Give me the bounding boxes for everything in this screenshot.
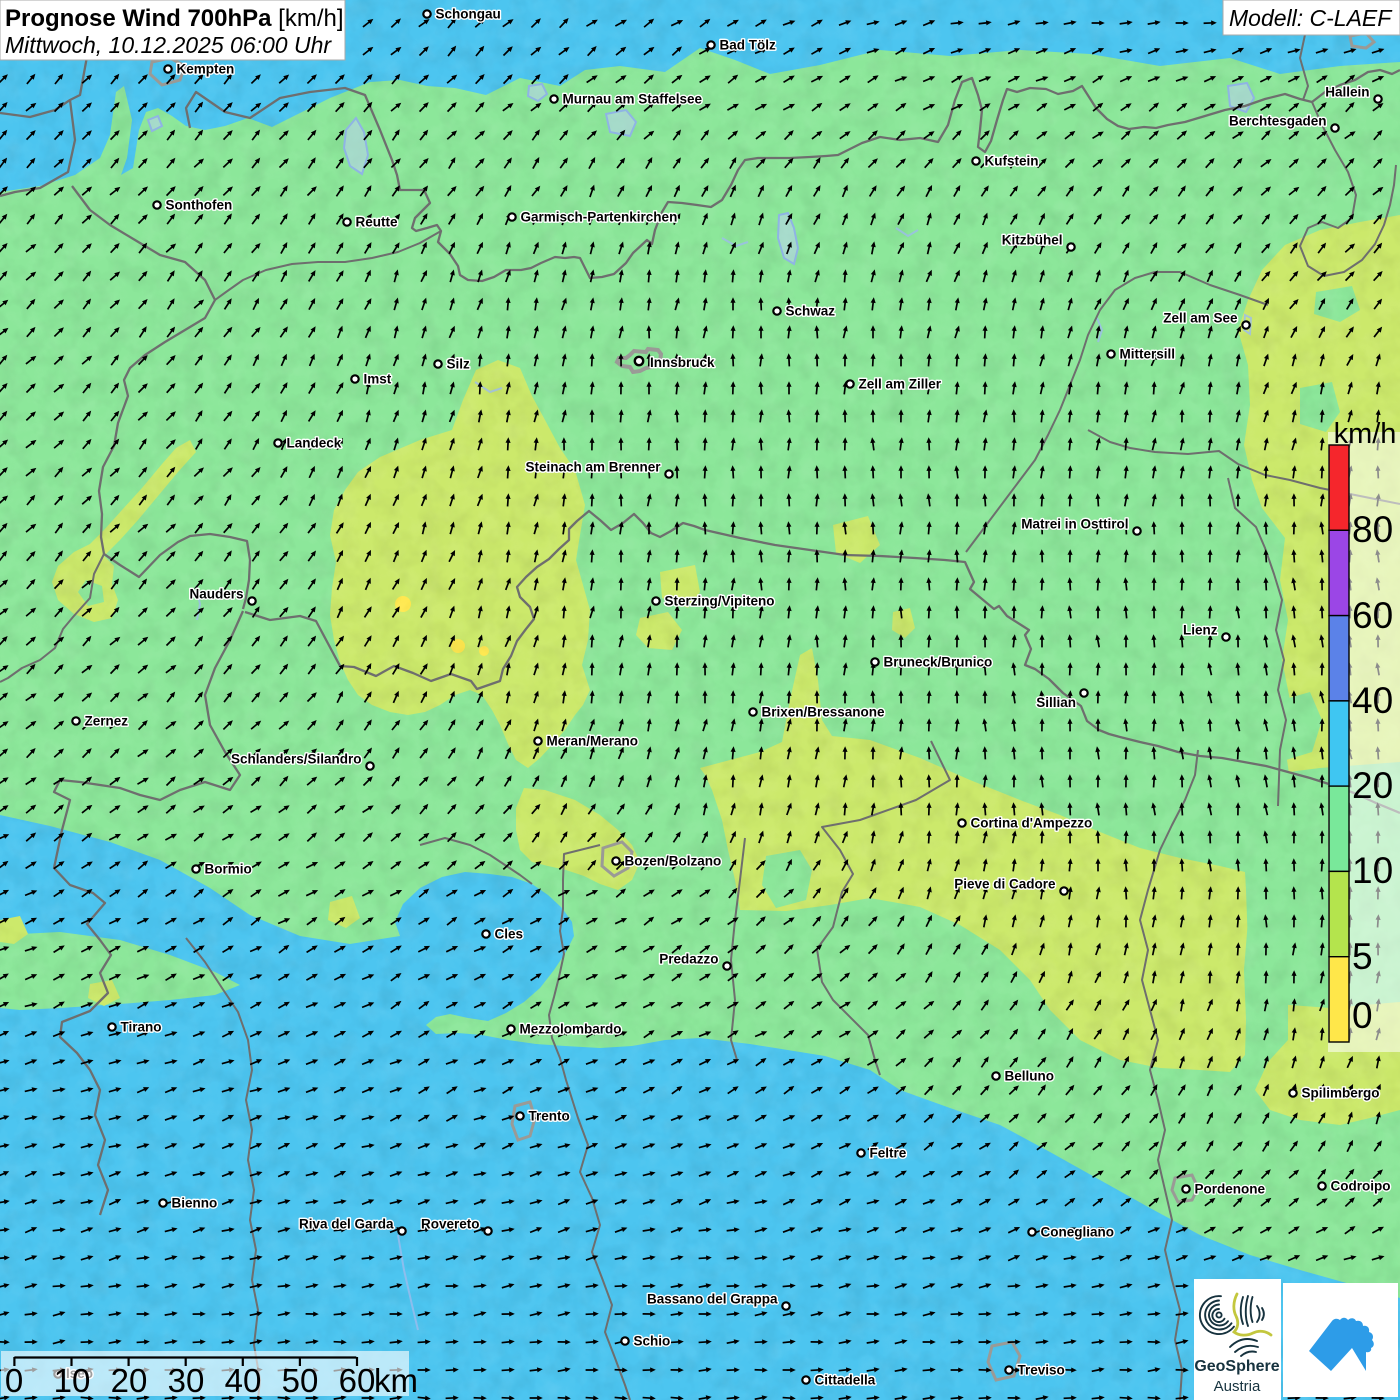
svg-text:Pieve di Cadore: Pieve di Cadore [954,877,1056,892]
svg-text:80: 80 [1352,509,1393,550]
svg-text:Innsbruck: Innsbruck [650,355,715,370]
svg-text:Bozen/Bolzano: Bozen/Bolzano [625,854,722,869]
svg-text:10: 10 [1352,850,1393,891]
svg-text:Treviso: Treviso [1018,1363,1065,1378]
svg-text:Bassano del Grappa: Bassano del Grappa [647,1292,778,1307]
svg-text:Cittadella: Cittadella [815,1373,876,1388]
svg-text:Sonthofen: Sonthofen [166,198,233,213]
svg-text:Hallein: Hallein [1325,85,1369,100]
svg-text:60: 60 [1352,595,1393,636]
svg-text:Murnau am Staffelsee: Murnau am Staffelsee [563,92,703,107]
svg-text:Nauders: Nauders [189,587,243,602]
svg-text:Schwaz: Schwaz [786,304,836,319]
svg-text:Bruneck/Brunico: Bruneck/Brunico [884,655,993,670]
svg-text:Austria: Austria [1214,1378,1261,1395]
svg-text:Berchtesgaden: Berchtesgaden [1229,114,1327,129]
svg-text:10: 10 [54,1362,91,1399]
svg-text:Garmisch-Partenkirchen: Garmisch-Partenkirchen [521,210,678,225]
svg-text:Cles: Cles [495,927,524,942]
svg-text:Conegliano: Conegliano [1041,1225,1115,1240]
svg-text:5: 5 [1352,936,1373,977]
svg-text:Spilimbergo: Spilimbergo [1302,1086,1380,1101]
svg-text:Brixen/Bressanone: Brixen/Bressanone [762,705,886,720]
svg-text:20: 20 [1352,765,1393,806]
svg-text:Codroipo: Codroipo [1331,1179,1391,1194]
svg-text:Landeck: Landeck [287,436,342,451]
svg-text:Pordenone: Pordenone [1195,1182,1266,1197]
svg-text:Zernez: Zernez [85,714,129,729]
svg-text:Zell am See: Zell am See [1163,311,1238,326]
svg-text:Bad Tölz: Bad Tölz [720,38,776,53]
svg-text:Silz: Silz [447,357,471,372]
svg-text:Trento: Trento [529,1109,570,1124]
svg-text:Mezzolombardo: Mezzolombardo [520,1022,622,1037]
svg-text:0: 0 [5,1362,23,1399]
svg-text:Modell: C-LAEF: Modell: C-LAEF [1229,5,1393,31]
svg-text:km: km [374,1362,418,1399]
svg-text:GeoSphere: GeoSphere [1194,1358,1279,1375]
svg-text:20: 20 [111,1362,148,1399]
svg-text:Riva del Garda: Riva del Garda [299,1217,394,1232]
svg-text:Belluno: Belluno [1005,1069,1055,1084]
svg-text:Sterzing/Vipiteno: Sterzing/Vipiteno [665,594,775,609]
svg-text:Reutte: Reutte [356,215,398,230]
svg-text:60: 60 [339,1362,376,1399]
svg-text:Mittwoch, 10.12.2025 06:00 Uhr: Mittwoch, 10.12.2025 06:00 Uhr [5,32,332,58]
svg-text:Zell am Ziller: Zell am Ziller [859,377,942,392]
svg-text:Imst: Imst [364,372,392,387]
svg-text:Lienz: Lienz [1183,623,1218,638]
svg-text:30: 30 [168,1362,205,1399]
svg-text:50: 50 [282,1362,319,1399]
svg-text:40: 40 [225,1362,262,1399]
svg-text:Predazzo: Predazzo [659,952,718,967]
svg-text:Prognose Wind 700hPa [km/h]: Prognose Wind 700hPa [km/h] [5,5,344,32]
svg-text:0: 0 [1352,995,1373,1036]
svg-text:Mittersill: Mittersill [1120,347,1176,362]
svg-text:40: 40 [1352,680,1393,721]
svg-text:Sillian: Sillian [1036,695,1076,710]
svg-text:Feltre: Feltre [870,1146,907,1161]
svg-text:Kufstein: Kufstein [985,154,1039,169]
svg-text:Schongau: Schongau [436,7,501,22]
svg-text:Bormio: Bormio [205,862,252,877]
svg-text:Schlanders/Silandro: Schlanders/Silandro [231,752,362,767]
svg-text:Steinach am Brenner: Steinach am Brenner [525,460,661,475]
svg-text:Matrei in Osttirol: Matrei in Osttirol [1021,517,1128,532]
svg-text:Meran/Merano: Meran/Merano [547,734,639,749]
svg-text:Rovereto: Rovereto [421,1217,480,1232]
svg-text:Kitzbühel: Kitzbühel [1002,233,1063,248]
svg-text:Cortina d'Ampezzo: Cortina d'Ampezzo [971,816,1093,831]
svg-text:Schio: Schio [634,1334,671,1349]
svg-text:Tirano: Tirano [121,1020,162,1035]
svg-text:Kempten: Kempten [177,62,235,77]
svg-text:Bienno: Bienno [172,1196,218,1211]
